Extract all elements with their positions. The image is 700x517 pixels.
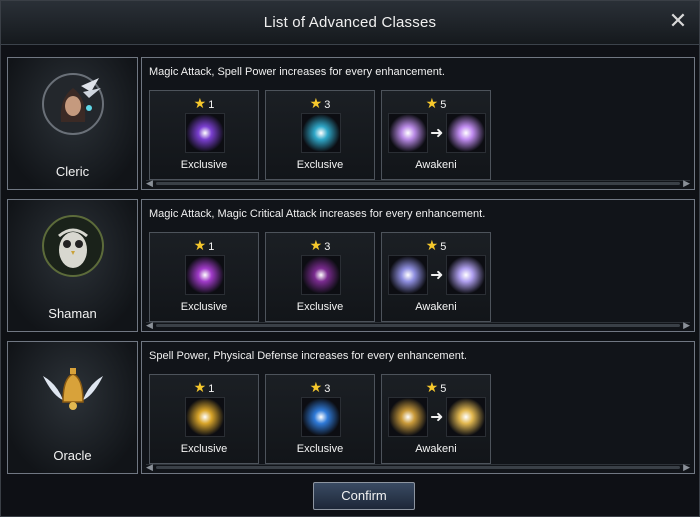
card-label: Exclusive	[180, 159, 228, 171]
blue-rings-skill-icon	[301, 397, 341, 437]
card-label: Exclusive	[296, 159, 344, 171]
class-description: Spell Power, Physical Defense increases …	[149, 350, 467, 362]
magenta-vortex-skill-icon	[185, 255, 225, 295]
arrow-right-icon: ➜	[430, 267, 444, 284]
card-label: Exclusive	[296, 443, 344, 455]
star-count: 3	[324, 241, 331, 253]
card-label: Awakeni	[415, 301, 457, 313]
scroll-thumb[interactable]	[156, 182, 680, 185]
class-row: Shaman Magic Attack, Magic Critical Attac…	[7, 199, 695, 332]
enhancement-card[interactable]: ★ 3 Exclusive	[265, 232, 375, 322]
light-pillar-skill-icon	[388, 255, 428, 295]
scroll-right-icon[interactable]: ▶	[683, 320, 690, 331]
class-portrait-oracle[interactable]: Oracle	[7, 341, 138, 474]
star-count: 1	[208, 383, 215, 395]
scroll-left-icon[interactable]: ◀	[146, 462, 153, 473]
star-rating: ★ 3	[266, 237, 374, 254]
teal-aura-skill-icon	[301, 113, 341, 153]
enhancement-card[interactable]: ★ 5 ➜ Awakeni	[381, 232, 491, 322]
golden-warrior-glow-skill-icon	[446, 397, 486, 437]
star-rating: ★ 1	[150, 95, 258, 112]
confirm-button[interactable]: Confirm	[313, 482, 415, 510]
purple-star-skill-icon	[446, 113, 486, 153]
golden-warrior-skill-icon	[388, 397, 428, 437]
class-name: Oracle	[53, 448, 92, 463]
class-detail-panel: Magic Attack, Magic Critical Attack incr…	[141, 199, 695, 332]
star-rating: ★ 5	[382, 95, 490, 112]
horizontal-scrollbar[interactable]: ◀ ▶	[146, 462, 690, 473]
card-label: Exclusive	[180, 301, 228, 313]
enhancement-card[interactable]: ★ 3 Exclusive	[265, 374, 375, 464]
advanced-classes-dialog: List of Advanced Classes ✕ Cleric Magic A…	[0, 0, 700, 517]
star-count: 5	[440, 383, 447, 395]
star-rating: ★ 1	[150, 379, 258, 396]
scroll-left-icon[interactable]: ◀	[146, 320, 153, 331]
class-description: Magic Attack, Spell Power increases for …	[149, 66, 445, 78]
class-portrait-shaman[interactable]: Shaman	[7, 199, 138, 332]
dialog-title-bar: List of Advanced Classes ✕	[1, 1, 699, 45]
bell-wings-emblem-icon	[41, 356, 105, 420]
star-icon: ★	[309, 237, 323, 253]
class-row: Cleric Magic Attack, Spell Power increase…	[7, 57, 695, 190]
light-pillar-strong-skill-icon	[446, 255, 486, 295]
class-name: Cleric	[55, 164, 90, 179]
star-rating: ★ 3	[266, 379, 374, 396]
star-count: 1	[208, 241, 215, 253]
scroll-right-icon[interactable]: ▶	[683, 462, 690, 473]
enhancement-card[interactable]: ★ 1 Exclusive	[149, 374, 259, 464]
star-icon: ★	[425, 95, 439, 111]
owl-emblem-icon	[41, 214, 105, 278]
card-label: Awakeni	[415, 159, 457, 171]
card-label: Exclusive	[180, 443, 228, 455]
star-rating: ★ 5	[382, 379, 490, 396]
scroll-thumb[interactable]	[156, 324, 680, 327]
close-icon[interactable]: ✕	[667, 10, 689, 33]
star-icon: ★	[425, 237, 439, 253]
star-rating: ★ 3	[266, 95, 374, 112]
scroll-thumb[interactable]	[156, 466, 680, 469]
enhancement-card[interactable]: ★ 3 Exclusive	[265, 90, 375, 180]
star-icon: ★	[193, 379, 207, 395]
star-count: 5	[440, 241, 447, 253]
dialog-title: List of Advanced Classes	[263, 14, 437, 31]
star-icon: ★	[425, 379, 439, 395]
star-icon: ★	[193, 237, 207, 253]
arrow-right-icon: ➜	[430, 409, 444, 426]
star-rating: ★ 5	[382, 237, 490, 254]
class-row: Oracle Spell Power, Physical Defense incr…	[7, 341, 695, 474]
scroll-left-icon[interactable]: ◀	[146, 178, 153, 189]
class-portrait-cleric[interactable]: Cleric	[7, 57, 138, 190]
enhancement-card[interactable]: ★ 1 Exclusive	[149, 232, 259, 322]
enhancement-card[interactable]: ★ 5 ➜ Awakeni	[381, 90, 491, 180]
card-label: Awakeni	[415, 443, 457, 455]
enhancement-card[interactable]: ★ 1 Exclusive	[149, 90, 259, 180]
star-count: 5	[440, 99, 447, 111]
card-label: Exclusive	[296, 301, 344, 313]
arrow-right-icon: ➜	[430, 125, 444, 142]
purple-burst-skill-icon	[388, 113, 428, 153]
star-icon: ★	[309, 379, 323, 395]
class-description: Magic Attack, Magic Critical Attack incr…	[149, 208, 486, 220]
scroll-right-icon[interactable]: ▶	[683, 178, 690, 189]
class-name: Shaman	[48, 306, 97, 321]
class-detail-panel: Magic Attack, Spell Power increases for …	[141, 57, 695, 190]
star-count: 3	[324, 99, 331, 111]
horizontal-scrollbar[interactable]: ◀ ▶	[146, 178, 690, 189]
star-rating: ★ 1	[150, 237, 258, 254]
star-count: 3	[324, 383, 331, 395]
enhancement-card[interactable]: ★ 5 ➜ Awakeni	[381, 374, 491, 464]
star-count: 1	[208, 99, 215, 111]
purple-orb-skill-icon	[185, 113, 225, 153]
star-icon: ★	[309, 95, 323, 111]
demon-figure-skill-icon	[301, 255, 341, 295]
star-icon: ★	[193, 95, 207, 111]
class-detail-panel: Spell Power, Physical Defense increases …	[141, 341, 695, 474]
golden-orb-skill-icon	[185, 397, 225, 437]
cleric-emblem-icon	[41, 72, 105, 136]
horizontal-scrollbar[interactable]: ◀ ▶	[146, 320, 690, 331]
